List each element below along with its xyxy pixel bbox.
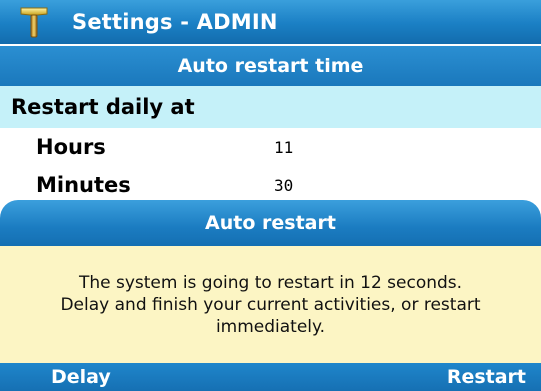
tools-icon	[20, 7, 48, 38]
minutes-label: Minutes	[36, 173, 131, 197]
dialog-body: The system is going to restart in 12 sec…	[0, 246, 541, 363]
softkey-bar: Delay Restart	[0, 363, 541, 391]
minutes-value[interactable]: 30	[274, 176, 293, 195]
dialog-message-line: The system is going to restart in 12 sec…	[78, 272, 463, 293]
restart-button[interactable]: Restart	[447, 366, 526, 388]
title-bar: Settings - ADMIN	[0, 0, 541, 44]
dialog-message-line: immediately.	[215, 316, 326, 337]
window-title: Settings - ADMIN	[72, 10, 278, 34]
dialog-message: The system is going to restart in 12 sec…	[54, 272, 486, 338]
minutes-field-row[interactable]: Minutes 30	[0, 166, 541, 204]
hours-value[interactable]: 11	[274, 138, 293, 157]
delay-button[interactable]: Delay	[51, 366, 111, 388]
hours-label: Hours	[36, 135, 106, 159]
restart-daily-label: Restart daily at	[11, 95, 195, 119]
dialog-title: Auto restart	[0, 200, 541, 246]
auto-restart-dialog: Auto restart The system is going to rest…	[0, 200, 541, 391]
section-header: Auto restart time	[0, 46, 541, 86]
hours-field-row[interactable]: Hours 11	[0, 128, 541, 166]
dialog-message-line: Delay and finish your current activities…	[60, 294, 481, 315]
restart-daily-row[interactable]: Restart daily at	[0, 86, 541, 128]
